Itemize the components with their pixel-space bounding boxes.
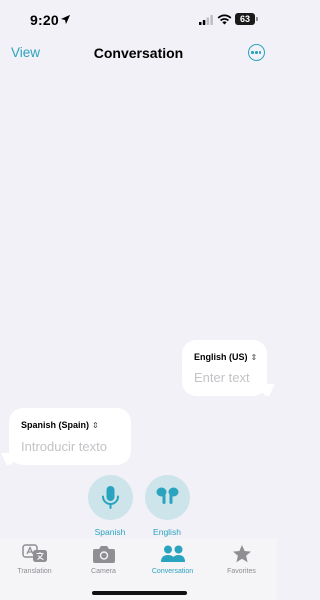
tab-camera[interactable]: Camera	[69, 538, 138, 583]
home-indicator[interactable]	[92, 591, 187, 595]
tab-camera-label: Camera	[91, 568, 116, 575]
spanish-language-label: Spanish (Spain)	[21, 420, 90, 430]
more-options-icon[interactable]	[248, 44, 265, 61]
english-input-bubble[interactable]: English (US) ⇕ Enter text	[182, 340, 275, 396]
tab-conversation-label: Conversation	[151, 568, 194, 575]
star-icon	[233, 545, 251, 563]
spanish-input-bubble[interactable]: Spanish (Spain) ⇕ Introducir texto	[1, 408, 131, 465]
tab-translation[interactable]: Translation	[0, 538, 69, 583]
more-dot	[255, 51, 258, 54]
nav-bar: View Conversation	[0, 40, 277, 68]
english-language-label: English (US)	[194, 352, 248, 362]
battery-icon: 63	[235, 13, 258, 25]
english-text-placeholder[interactable]: Enter text	[194, 370, 250, 385]
people-icon	[161, 545, 185, 562]
more-dot	[251, 51, 254, 54]
location-arrow-icon	[60, 14, 71, 25]
tab-favorites[interactable]: Favorites	[207, 538, 276, 583]
microphone-icon	[102, 486, 119, 509]
page-title: Conversation	[93, 45, 184, 61]
tab-favorites-label: Favorites	[227, 568, 256, 575]
more-dot	[258, 51, 262, 54]
tab-conversation[interactable]: Conversation	[138, 538, 207, 583]
tab-translation-label: Translation	[17, 568, 52, 575]
wifi-icon	[217, 14, 232, 25]
english-language-selector[interactable]: English (US) ⇕	[194, 352, 257, 362]
cellular-signal-icon	[199, 15, 213, 25]
battery-tip	[256, 17, 258, 21]
chevron-updown-icon: ⇕	[250, 353, 258, 362]
status-bar: 9:20 63	[0, 0, 277, 40]
english-earbuds-button[interactable]	[145, 475, 190, 520]
camera-icon	[93, 546, 115, 563]
translate-icon	[22, 544, 47, 562]
english-mic-label: English	[153, 527, 181, 537]
bubble-tail	[257, 384, 275, 396]
spanish-microphone-button[interactable]	[88, 475, 133, 520]
status-time: 9:20	[30, 12, 59, 28]
airpods-icon	[156, 487, 179, 504]
chevron-updown-icon: ⇕	[92, 421, 99, 430]
battery-level: 63	[235, 13, 255, 25]
bubble-tail	[1, 453, 19, 465]
spanish-language-selector[interactable]: Spanish (Spain) ⇕	[21, 420, 99, 430]
spanish-text-placeholder[interactable]: Introducir texto	[21, 439, 107, 454]
spanish-mic-label: Spanish	[94, 527, 126, 537]
